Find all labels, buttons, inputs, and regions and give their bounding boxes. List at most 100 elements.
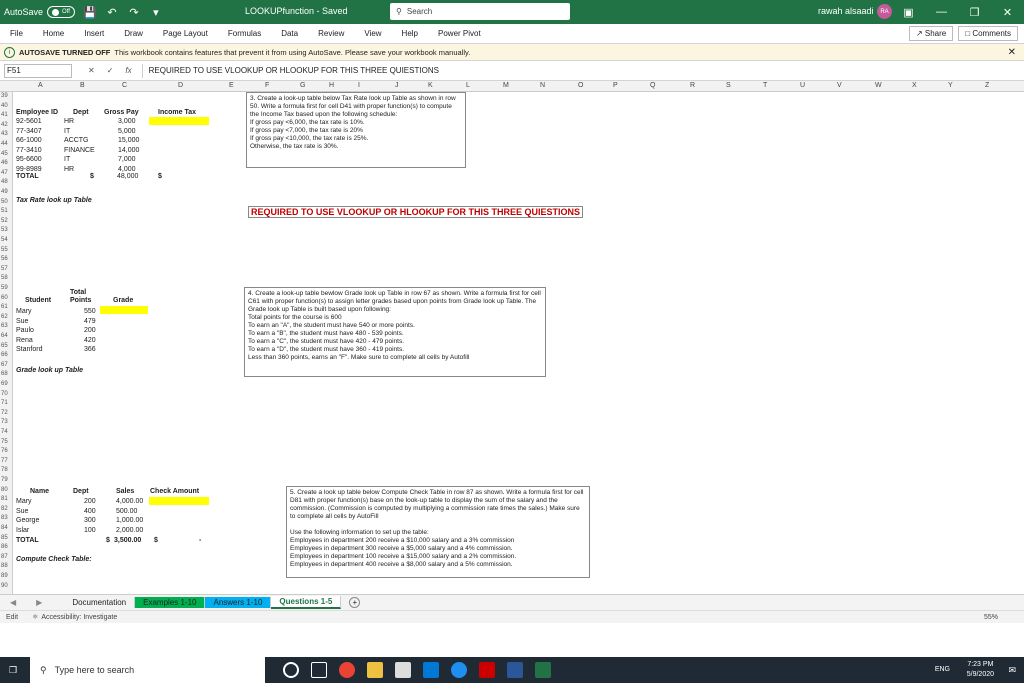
row-header[interactable]: 61 <box>1 304 8 310</box>
column-header[interactable]: P <box>613 82 618 89</box>
user-name[interactable]: rawah alsaadi <box>818 6 874 16</box>
menu-review[interactable]: Review <box>308 29 354 38</box>
row-header[interactable]: 72 <box>1 410 8 416</box>
menu-insert[interactable]: Insert <box>74 29 114 38</box>
row-header[interactable]: 40 <box>1 103 8 109</box>
row-header[interactable]: 52 <box>1 218 8 224</box>
netflix-icon[interactable] <box>479 662 495 678</box>
row-header[interactable]: 85 <box>1 535 8 541</box>
row-header[interactable]: 57 <box>1 266 8 272</box>
row-header[interactable]: 69 <box>1 381 8 387</box>
taskbar-search-input[interactable]: ⚲ Type here to search <box>30 657 265 683</box>
avatar[interactable]: RA <box>877 4 892 19</box>
row-header[interactable]: 54 <box>1 237 8 243</box>
row-header[interactable]: 81 <box>1 496 8 502</box>
column-header[interactable]: D <box>178 82 183 89</box>
row-header[interactable]: 43 <box>1 131 8 137</box>
row-header[interactable]: 87 <box>1 554 8 560</box>
enter-icon[interactable]: ✓ <box>107 66 114 75</box>
row-header[interactable]: 78 <box>1 467 8 473</box>
chrome-icon[interactable] <box>339 662 355 678</box>
save-icon[interactable]: 💾 <box>79 0 101 24</box>
column-header[interactable]: V <box>837 82 842 89</box>
column-header[interactable]: J <box>395 82 399 89</box>
tab-answers[interactable]: Answers 1-10 <box>205 597 272 608</box>
row-header[interactable]: 49 <box>1 189 8 195</box>
column-header[interactable]: K <box>428 82 433 89</box>
mail-icon[interactable] <box>423 662 439 678</box>
store-icon[interactable] <box>395 662 411 678</box>
row-header[interactable]: 60 <box>1 295 8 301</box>
grade-input-cell[interactable] <box>100 306 148 314</box>
edge-icon[interactable] <box>451 662 467 678</box>
clock[interactable]: ENG 7:23 PM 5/9/2020 <box>935 660 994 680</box>
tab-documentation[interactable]: Documentation <box>64 597 136 608</box>
column-header[interactable]: S <box>726 82 731 89</box>
column-header[interactable]: G <box>300 82 305 89</box>
row-header[interactable]: 68 <box>1 371 8 377</box>
task-view-icon[interactable] <box>311 662 327 678</box>
row-header[interactable]: 83 <box>1 515 8 521</box>
column-header[interactable]: E <box>229 82 234 89</box>
minimize-icon[interactable]: — <box>925 0 958 24</box>
menu-data[interactable]: Data <box>271 29 308 38</box>
cortana-icon[interactable] <box>283 662 299 678</box>
menu-view[interactable]: View <box>354 29 391 38</box>
row-header[interactable]: 46 <box>1 160 8 166</box>
column-header[interactable]: L <box>466 82 470 89</box>
column-header[interactable]: B <box>80 82 85 89</box>
column-header[interactable]: R <box>690 82 695 89</box>
autosave-toggle[interactable]: Off <box>47 6 75 18</box>
row-header[interactable]: 82 <box>1 506 8 512</box>
row-header[interactable]: 77 <box>1 458 8 464</box>
column-header[interactable]: U <box>800 82 805 89</box>
tab-examples[interactable]: Examples 1-10 <box>135 597 206 608</box>
row-header[interactable]: 39 <box>1 93 8 99</box>
row-header[interactable]: 79 <box>1 477 8 483</box>
menu-help[interactable]: Help <box>392 29 428 38</box>
row-header[interactable]: 67 <box>1 362 8 368</box>
menu-file[interactable]: File <box>0 29 33 38</box>
file-explorer-icon[interactable] <box>367 662 383 678</box>
column-header[interactable]: F <box>265 82 269 89</box>
row-header[interactable]: 42 <box>1 122 8 128</box>
windows-start-icon[interactable]: ❒ <box>9 665 17 676</box>
column-header[interactable]: Z <box>985 82 989 89</box>
row-header[interactable]: 53 <box>1 227 8 233</box>
row-header[interactable]: 86 <box>1 544 8 550</box>
document-title[interactable]: LOOKUPfunction - Saved <box>245 6 348 16</box>
menu-home[interactable]: Home <box>33 29 74 38</box>
tab-scroll-right-icon[interactable]: ▶ <box>26 598 52 607</box>
menu-power-pivot[interactable]: Power Pivot <box>428 29 491 38</box>
row-header[interactable]: 73 <box>1 419 8 425</box>
restore-icon[interactable]: ❐ <box>958 0 991 24</box>
zoom-level[interactable]: 55% <box>984 614 998 621</box>
row-header[interactable]: 45 <box>1 151 8 157</box>
row-header[interactable]: 88 <box>1 563 8 569</box>
share-button[interactable]: ↗ Share <box>908 26 954 41</box>
row-header[interactable]: 76 <box>1 448 8 454</box>
accessibility-status[interactable]: Accessibility: Investigate <box>41 614 117 621</box>
row-header[interactable]: 74 <box>1 429 8 435</box>
row-header[interactable]: 66 <box>1 352 8 358</box>
column-header[interactable]: H <box>329 82 334 89</box>
row-header[interactable]: 90 <box>1 583 8 589</box>
column-header[interactable]: Y <box>948 82 953 89</box>
menu-formulas[interactable]: Formulas <box>218 29 271 38</box>
row-header[interactable]: 56 <box>1 256 8 262</box>
row-header[interactable]: 44 <box>1 141 8 147</box>
column-header[interactable]: W <box>875 82 882 89</box>
column-header[interactable]: T <box>763 82 767 89</box>
check-amount-input-cell[interactable] <box>149 497 209 505</box>
row-header[interactable]: 50 <box>1 199 8 205</box>
column-header[interactable]: O <box>578 82 583 89</box>
name-box[interactable]: F51 <box>4 63 72 78</box>
redo-icon[interactable]: ↷ <box>123 0 145 24</box>
tab-scroll-left-icon[interactable]: ◀ <box>0 598 26 607</box>
column-header[interactable]: I <box>358 82 360 89</box>
row-header[interactable]: 84 <box>1 525 8 531</box>
formula-input[interactable]: REQUIRED TO USE VLOOKUP OR HLOOKUP FOR T… <box>141 63 1024 78</box>
word-icon[interactable] <box>507 662 523 678</box>
worksheet-grid[interactable]: 39 40 41 42 43 44 45 46 47 48 49 50 51 52 53 54 55 56 57 58… <box>0 92 1024 594</box>
search-input[interactable]: ⚲ Search <box>390 3 570 20</box>
